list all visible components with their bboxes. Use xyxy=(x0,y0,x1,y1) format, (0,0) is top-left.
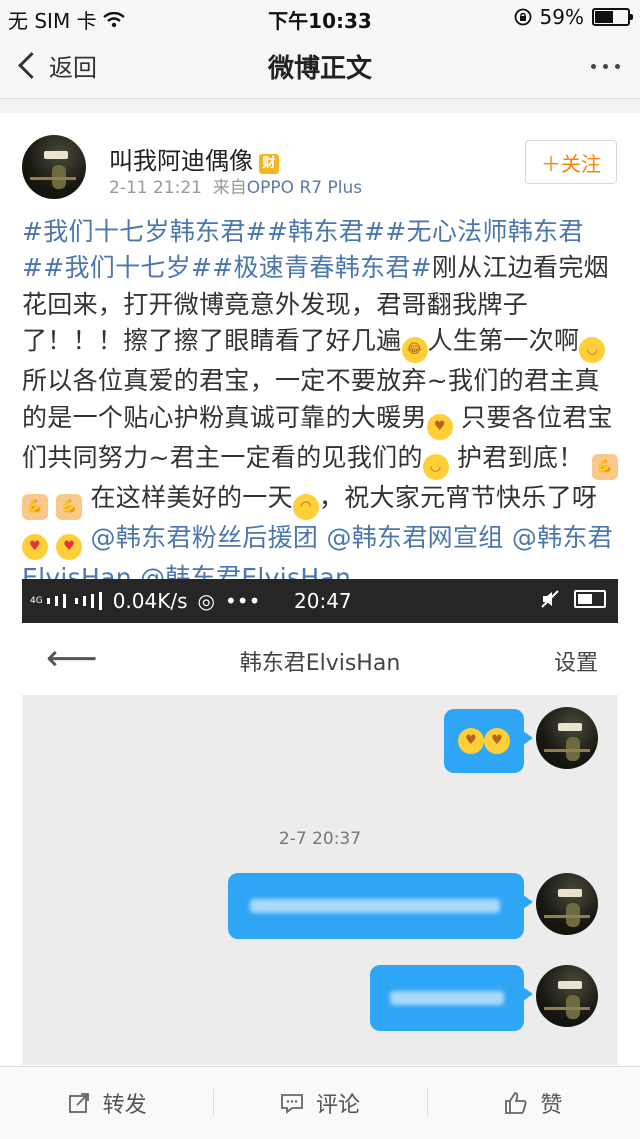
source-prefix: 来自 xyxy=(212,178,247,198)
net-speed: 0.04K/s xyxy=(112,589,188,613)
post-date: 2-11 21:21 xyxy=(109,178,202,198)
like-icon xyxy=(505,1092,527,1114)
lock-rotation-icon xyxy=(514,8,531,26)
flex-emoji-icon: 💪 xyxy=(591,453,618,480)
hashtag[interactable]: #极速青春韩东君# xyxy=(212,253,432,282)
flex-emoji-icon: 💪 xyxy=(56,493,83,520)
battery-percent: 59% xyxy=(539,5,584,29)
post-meta: 2-11 21:21 来自OPPO R7 Plus xyxy=(109,173,362,198)
status-bar: 无 SIM 卡 下午10:33 59% xyxy=(0,0,640,34)
repost-label: 转发 xyxy=(102,1093,147,1118)
post-text-segment: 人生第一次啊 xyxy=(427,326,580,356)
teary-emoji-icon: ◠ xyxy=(292,493,319,520)
hashtag[interactable]: #我们十七岁韩东君# xyxy=(22,217,267,246)
hashtag[interactable]: #韩东君# xyxy=(267,217,385,246)
post-text: #我们十七岁韩东君##韩东君##无心法师韩东君##我们十七岁##极速青春韩东君#… xyxy=(22,214,622,596)
post-source[interactable]: OPPO R7 Plus xyxy=(247,178,362,198)
username-text: 叫我阿迪偶像 xyxy=(109,147,253,175)
avatar[interactable] xyxy=(22,135,86,199)
like-button[interactable]: 赞 xyxy=(426,1067,640,1139)
nav-bar: 返回 微博正文 xyxy=(0,34,640,99)
hotspot-icon: ◎ xyxy=(197,589,215,613)
username[interactable]: 叫我阿迪偶像财 xyxy=(109,141,279,176)
action-bar: 转发 评论 赞 xyxy=(0,1066,640,1139)
repost-icon xyxy=(68,1093,89,1113)
chat-area: ♥ ♥ 2-7 20:37 xyxy=(22,695,618,1065)
message-bubble-blurred xyxy=(228,873,533,939)
settings-label: 设置 xyxy=(553,651,598,676)
section-divider xyxy=(0,99,640,113)
avatar xyxy=(536,873,598,935)
status-right: 59% xyxy=(514,5,633,29)
more-icon[interactable] xyxy=(591,64,620,69)
signal-icon: 4G 0.04K/s ◎ ••• xyxy=(30,589,261,613)
battery-icon xyxy=(592,8,633,26)
more-icon: ••• xyxy=(224,589,261,613)
post-text-segment: 护君到底！ xyxy=(448,442,584,472)
kiss-emoji-icon: ♥ xyxy=(458,728,484,754)
message-timestamp: 2-7 20:37 xyxy=(278,829,362,849)
comment-icon xyxy=(281,1094,303,1114)
post-image[interactable]: 4G 0.04K/s ◎ ••• 20:47 ⟵ 韩东君ElvisHan 设置 … xyxy=(22,579,618,1065)
kiss-emoji-icon: ♥ xyxy=(484,728,510,754)
mute-icon xyxy=(541,590,559,608)
hashtag[interactable]: #我们十七岁# xyxy=(43,253,212,282)
heart-eyes-emoji-icon: ♥ xyxy=(56,533,83,560)
comment-button[interactable]: 评论 xyxy=(213,1067,426,1139)
post-text-segment: ，祝大家元宵节快乐了呀 xyxy=(318,482,598,512)
wealth-badge-icon: 财 xyxy=(259,154,279,174)
flex-emoji-icon: 💪 xyxy=(22,493,48,520)
battery-fill xyxy=(595,11,613,23)
mention[interactable]: @韩东君网宣组 xyxy=(326,523,503,552)
kiss-emoji-icon: ♥ xyxy=(426,413,453,440)
image-time: 20:47 xyxy=(294,589,352,613)
comment-label: 评论 xyxy=(315,1093,360,1118)
battery-icon xyxy=(574,590,606,608)
image-nav-bar: ⟵ 韩东君ElvisHan 设置 xyxy=(22,623,618,695)
post-text-segment: 在这样美好的一天 xyxy=(82,482,293,512)
follow-button[interactable]: ＋关注 xyxy=(525,140,617,184)
avatar xyxy=(536,707,598,769)
message-bubble-blurred xyxy=(370,965,533,1031)
message-bubble: ♥ ♥ xyxy=(444,709,533,773)
mention[interactable]: @韩东君粉丝后援团 xyxy=(91,523,319,552)
chat-title: 韩东君ElvisHan xyxy=(239,651,401,676)
laugh-cry-emoji-icon: 😂 xyxy=(401,337,428,364)
smile-emoji-icon: ◡ xyxy=(422,453,449,480)
repost-button[interactable]: 转发 xyxy=(0,1067,213,1139)
like-label: 赞 xyxy=(540,1093,563,1118)
avatar xyxy=(536,965,598,1027)
image-status-right xyxy=(540,589,606,609)
smile-emoji-icon: ◡ xyxy=(579,337,606,364)
image-status-bar: 4G 0.04K/s ◎ ••• 20:47 xyxy=(22,579,618,623)
page-title: 微博正文 xyxy=(267,54,372,84)
heart-eyes-emoji-icon: ♥ xyxy=(22,533,48,560)
